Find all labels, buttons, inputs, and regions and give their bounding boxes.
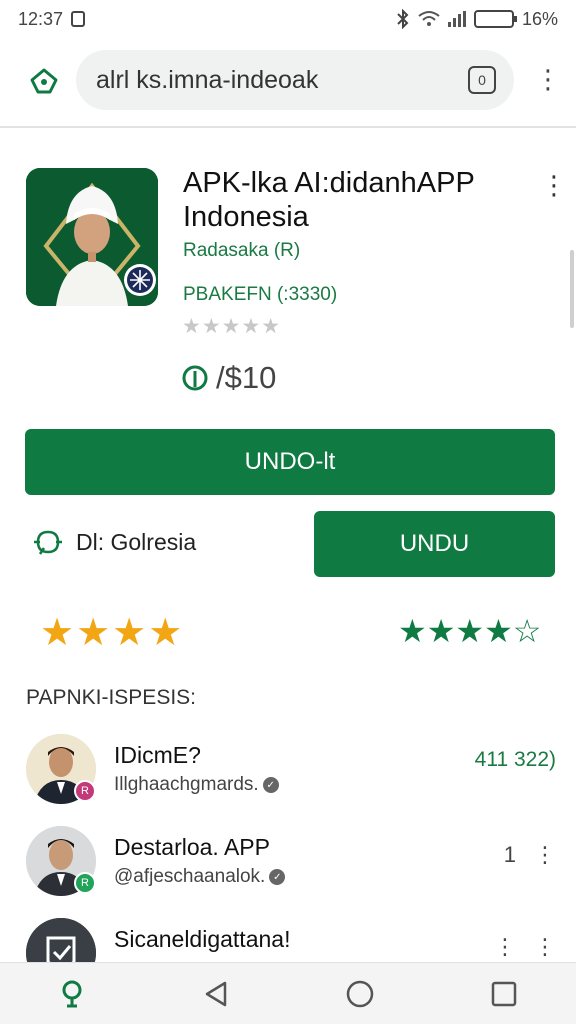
more-icon-left[interactable]: ⋮: [494, 934, 516, 960]
lock-icon: [71, 11, 86, 27]
list-item-subtitle: @afjeschaanalok. ✓: [114, 866, 286, 888]
app-package: PBAKEFN (:3330): [183, 284, 338, 305]
status-left: 12:37: [18, 8, 86, 30]
url-bar[interactable]: alrl ks.imna-indeoak 0: [76, 50, 514, 110]
more-icon[interactable]: ⋮: [534, 842, 556, 868]
list-item-title: Sicaneldigattana!: [114, 926, 291, 952]
avatar-badge: R: [74, 780, 96, 802]
avatar-badge: R: [74, 872, 96, 894]
status-time: 12:37: [18, 8, 64, 29]
list-item-handle: Illghaachgmards.: [114, 774, 259, 795]
back-icon[interactable]: [186, 964, 246, 1024]
region-row[interactable]: Dl: Golresia: [32, 528, 196, 556]
browser-menu-icon[interactable]: ⋮: [535, 66, 561, 92]
home-circle-icon[interactable]: [330, 964, 390, 1024]
nav-bar: [0, 962, 576, 1024]
region-label[interactable]: Dl: Golresia: [76, 529, 196, 556]
divider: [0, 126, 576, 128]
star-gold-icon[interactable]: ★: [40, 612, 76, 654]
list-item-count: 1: [503, 842, 516, 867]
rating-stars-gold: ★★★★: [40, 610, 184, 655]
verified-icon: ✓: [262, 777, 279, 793]
list-item[interactable]: R IDicmE? Illghaachgmards. ✓ 411 322): [26, 734, 556, 814]
install-button[interactable]: UNDO-lt: [25, 429, 555, 495]
list-item-meta: 1 ⋮: [504, 842, 556, 868]
url-text[interactable]: alrl ks.imna-indeoak: [96, 66, 468, 95]
status-right: 16%: [396, 9, 558, 30]
price-row: /$10: [180, 360, 276, 396]
app-publisher[interactable]: Radasaka (R): [183, 240, 300, 262]
more-icon[interactable]: ⋮: [534, 934, 556, 960]
star-green-icon[interactable]: ★: [455, 613, 484, 649]
signal-icon: [447, 11, 466, 27]
star-gold-icon[interactable]: ★: [148, 612, 184, 654]
rating-stars-green: ★★★★☆: [398, 612, 541, 650]
star-gold-icon[interactable]: ★: [76, 612, 112, 654]
app-icon: [26, 168, 158, 306]
rating-stars-gray: ★★★★★: [182, 315, 282, 338]
search-icon[interactable]: [42, 964, 102, 1024]
price-value: /$10: [216, 360, 277, 395]
star-green-icon[interactable]: ★: [427, 613, 456, 649]
list-item-title: IDicmE?: [114, 742, 201, 768]
list-item[interactable]: R Destarloa. APP @afjeschaanalok. ✓ 1 ⋮: [26, 826, 556, 906]
wifi-icon: [418, 11, 440, 26]
section-heading: PAPNKI-ISPESIS:: [26, 686, 196, 709]
tabs-icon[interactable]: 0: [468, 66, 496, 94]
download-button[interactable]: UNDU: [314, 511, 555, 577]
list-item-title: Destarloa. APP: [114, 834, 270, 860]
battery-percent: 16%: [521, 8, 558, 29]
app-title: APK-lka AI:didanhAPP Indonesia: [183, 167, 475, 233]
tab-count: 0: [478, 72, 486, 88]
list-item-subtitle: Illghaachgmards. ✓: [114, 774, 279, 796]
verified-icon: ✓: [269, 869, 286, 885]
app-icon-art: [26, 168, 158, 306]
star-green-icon[interactable]: ★: [484, 613, 513, 649]
list-item-handle: @afjeschaanalok.: [114, 866, 266, 887]
currency-icon: [182, 365, 208, 391]
status-bar: 12:37 16%: [0, 0, 576, 38]
region-icon: [34, 530, 62, 555]
scrollbar[interactable]: [570, 250, 574, 328]
recents-icon[interactable]: [474, 964, 534, 1024]
list-item-value: 411 322): [474, 748, 556, 771]
battery-icon: [473, 10, 517, 28]
app-more-icon[interactable]: ⋮: [541, 172, 567, 198]
star-empty-icon[interactable]: ☆: [513, 613, 542, 649]
list-item-meta: ⋮ ⋮: [494, 934, 556, 960]
bluetooth-icon: [397, 9, 409, 29]
home-tag-icon[interactable]: [28, 66, 60, 96]
star-gold-icon[interactable]: ★: [112, 612, 148, 654]
star-green-icon[interactable]: ★: [398, 613, 427, 649]
